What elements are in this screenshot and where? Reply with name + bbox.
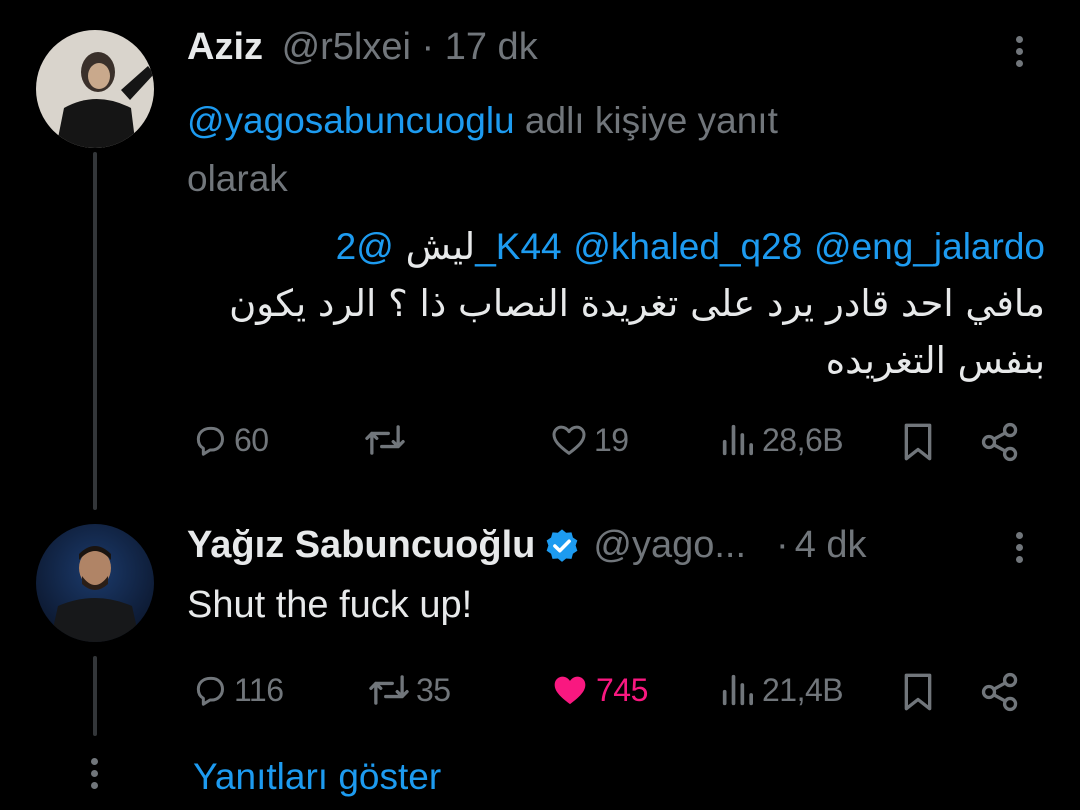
heart-filled-icon xyxy=(554,676,586,705)
tweet2-body: Shut the fuck up! xyxy=(187,584,473,626)
bookmark-button[interactable] xyxy=(898,420,938,464)
author-handle-2[interactable]: @yago... xyxy=(593,524,746,567)
views-count: 28,6B xyxy=(762,421,844,458)
thread-more-dots-icon xyxy=(91,758,99,794)
like-count: 19 xyxy=(594,421,629,458)
retweet-icon xyxy=(365,425,405,455)
share-button-2[interactable] xyxy=(978,670,1022,714)
reply-context: @yagosabuncuoglu adlı kişiye yanıt olara… xyxy=(187,92,967,208)
author-handle[interactable]: @r5lxei xyxy=(282,26,411,68)
reply-to-text-2: olarak xyxy=(187,158,288,199)
bookmark-button-2[interactable] xyxy=(898,670,938,714)
tweet-time-2[interactable]: 4 dk xyxy=(795,524,867,567)
more-options-icon-2[interactable] xyxy=(1016,532,1024,568)
header-separator: · xyxy=(421,26,435,68)
reply-to-text: adlı kişiye yanıt xyxy=(524,100,778,141)
retweet-count-2: 35 xyxy=(416,671,451,708)
reply-to-handle[interactable]: @yagosabuncuoglu xyxy=(187,100,515,141)
body-line-1: ليش @2_K44 @khaled_q28 @eng_jalardo xyxy=(190,218,1045,275)
reply-button[interactable]: 60 xyxy=(190,420,269,460)
mention-3[interactable]: @eng_jalardo xyxy=(814,226,1045,267)
like-count-2: 745 xyxy=(596,671,648,708)
views-icon xyxy=(722,674,753,706)
views-icon xyxy=(722,424,753,456)
share-icon xyxy=(981,422,1018,462)
tweet-time[interactable]: 17 dk xyxy=(445,26,538,68)
thread-connector-line xyxy=(93,152,97,510)
header-separator-2: · xyxy=(776,524,789,566)
avatar-yagiz[interactable] xyxy=(36,524,154,642)
author-name-2[interactable]: Yağız Sabuncuoğlu xyxy=(187,524,535,567)
views-count-2: 21,4B xyxy=(762,671,844,708)
views-button[interactable]: 28,6B xyxy=(718,420,844,460)
show-replies-link[interactable]: Yanıtları göster xyxy=(193,756,441,798)
verified-badge-icon xyxy=(547,528,578,562)
like-button[interactable]: 19 xyxy=(548,420,629,460)
tweet1-header: Aziz @r5lxei · 17 dk xyxy=(187,26,538,69)
heart-icon xyxy=(552,425,586,455)
reply-count-2: 116 xyxy=(234,671,284,708)
author-name[interactable]: Aziz xyxy=(187,26,263,68)
tweet2-header: Yağız Sabuncuoğlu @yago... · 4 dk xyxy=(187,524,867,567)
word-lish: ليش xyxy=(405,225,476,268)
bookmark-icon xyxy=(904,673,932,711)
tweet1-body: ليش @2_K44 @khaled_q28 @eng_jalardo مافي… xyxy=(190,218,1045,389)
reply-icon xyxy=(196,676,224,706)
reply-button-2[interactable]: 116 xyxy=(190,670,284,710)
thread-connector-line-2 xyxy=(93,656,97,736)
reply-icon xyxy=(196,426,224,456)
body-line-2: مافي احد قادر يرد على تغريدة النصاب ذا ؟… xyxy=(229,282,1045,325)
avatar-aziz[interactable] xyxy=(36,30,154,148)
retweet-button-2[interactable]: 35 xyxy=(366,670,451,710)
bookmark-icon xyxy=(904,423,932,461)
body-line-3: بنفس التغريده xyxy=(825,339,1045,382)
retweet-icon xyxy=(369,675,409,705)
retweet-button[interactable] xyxy=(362,420,412,460)
share-button[interactable] xyxy=(978,420,1022,464)
like-button-2[interactable]: 745 xyxy=(548,670,648,710)
reply-count: 60 xyxy=(234,421,269,458)
share-icon xyxy=(981,672,1018,712)
more-options-icon[interactable] xyxy=(1016,36,1024,72)
mention-2[interactable]: @khaled_q28 xyxy=(573,226,802,267)
views-button-2[interactable]: 21,4B xyxy=(718,670,844,710)
